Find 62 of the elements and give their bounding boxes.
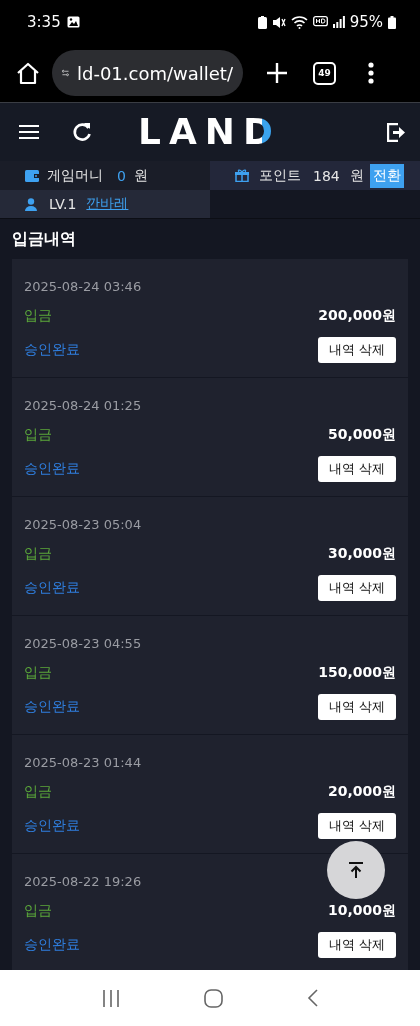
section-title: 입금내역 — [12, 227, 77, 250]
approval-status: 승인완료 — [24, 579, 80, 597]
deposit-datetime: 2025-08-23 01:44 — [24, 753, 142, 772]
deposit-amount: 150,000원 — [318, 664, 396, 682]
battery-icon — [388, 15, 396, 29]
image-icon — [66, 16, 80, 28]
transaction-type: 입금 — [24, 783, 52, 801]
transaction-type: 입금 — [24, 664, 52, 682]
points-label: 포인트 — [259, 166, 301, 185]
menu-icon[interactable] — [19, 124, 39, 140]
deposit-amount: 20,000원 — [327, 783, 396, 801]
approval-status: 승인완료 — [24, 817, 80, 835]
tab-count-button[interactable]: 49 — [313, 61, 336, 85]
clock: 3:35 — [27, 13, 61, 31]
home-icon[interactable] — [16, 61, 40, 85]
deposit-amount: 10,000원 — [327, 902, 396, 920]
deposit-datetime: 2025-08-23 05:04 — [24, 515, 142, 534]
approval-status: 승인완료 — [24, 460, 80, 478]
approval-status: 승인완료 — [24, 698, 80, 716]
battery-percentage: 95% — [349, 13, 383, 31]
back-icon[interactable] — [307, 989, 318, 1007]
currency-unit: 원 — [349, 166, 364, 185]
transaction-type: 입금 — [24, 307, 52, 325]
delete-history-button[interactable]: 내역 삭제 — [317, 813, 396, 839]
wifi-icon — [290, 15, 308, 29]
logout-icon[interactable] — [387, 122, 406, 142]
delete-history-button[interactable]: 내역 삭제 — [317, 337, 396, 363]
transaction-type: 입금 — [24, 902, 52, 920]
refresh-icon[interactable] — [72, 122, 92, 142]
signal-icon — [332, 16, 345, 28]
game-money-label: 게임머니 — [47, 166, 103, 185]
wallet-icon — [25, 169, 39, 182]
delete-history-button[interactable]: 내역 삭제 — [317, 932, 396, 958]
user-level: LV.1 — [49, 196, 77, 212]
delete-history-button[interactable]: 내역 삭제 — [317, 575, 396, 601]
deposit-datetime: 2025-08-23 04:55 — [24, 634, 142, 653]
scroll-top-icon[interactable] — [349, 861, 363, 879]
transaction-type: 입금 — [24, 426, 52, 444]
deposit-datetime: 2025-08-22 19:26 — [24, 872, 142, 891]
deposit-datetime: 2025-08-24 03:46 — [24, 277, 142, 296]
address-bar[interactable]: ld-01.com/wallet/ — [52, 50, 243, 96]
deposit-amount: 200,000원 — [318, 307, 396, 325]
delete-history-button[interactable]: 내역 삭제 — [317, 694, 396, 720]
username-link[interactable]: 깐바레 — [86, 195, 129, 213]
approval-status: 승인완료 — [24, 936, 80, 954]
delete-history-button[interactable]: 내역 삭제 — [317, 456, 396, 482]
gift-icon — [235, 169, 249, 182]
mute-icon — [271, 15, 286, 29]
more-options-icon[interactable] — [368, 62, 374, 84]
points-amount: 184 — [313, 167, 340, 184]
deposit-amount: 30,000원 — [327, 545, 396, 563]
currency-unit: 원 — [133, 166, 148, 185]
transaction-type: 입금 — [24, 545, 52, 563]
new-tab-icon[interactable] — [267, 63, 287, 83]
hd-icon — [312, 16, 328, 28]
approval-status: 승인완료 — [24, 341, 80, 359]
deposit-amount: 50,000원 — [327, 426, 396, 444]
home-button-icon[interactable] — [204, 988, 223, 1008]
recent-apps-icon[interactable] — [102, 989, 120, 1007]
game-money-amount: 0 — [117, 167, 126, 184]
deposit-datetime: 2025-08-24 01:25 — [24, 396, 142, 415]
user-icon — [25, 197, 37, 211]
